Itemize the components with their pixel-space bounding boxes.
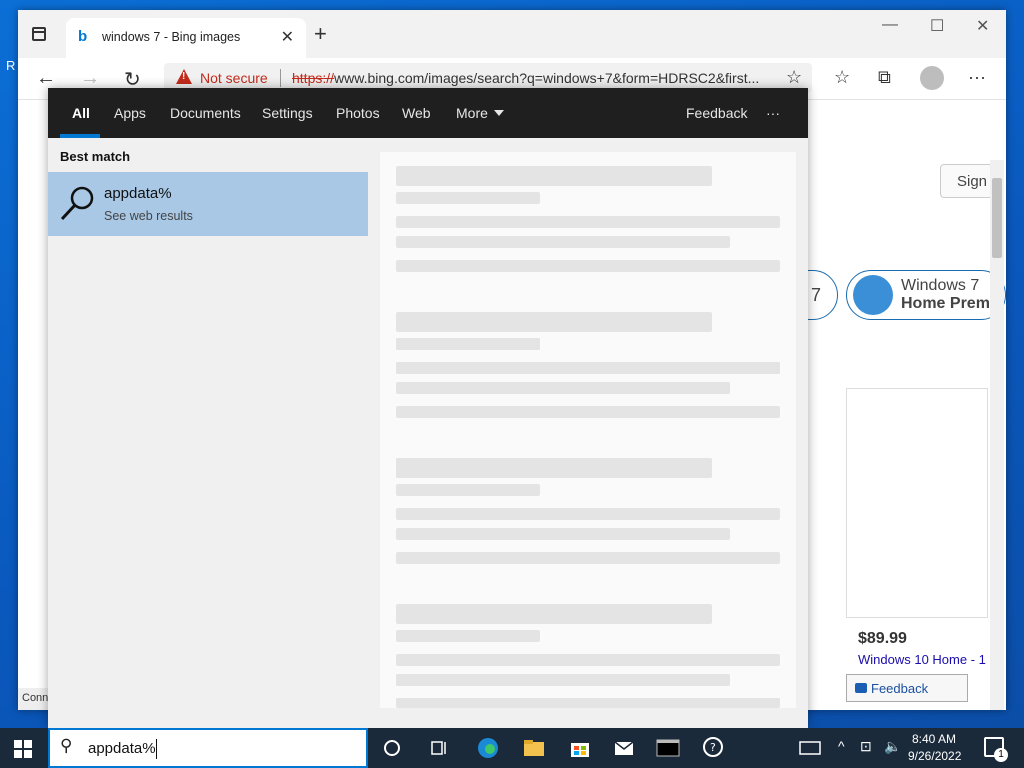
show-hidden-icons-icon[interactable]: ^ bbox=[838, 738, 845, 754]
skeleton-bar bbox=[396, 216, 780, 228]
page-scrollbar[interactable] bbox=[990, 160, 1004, 710]
search-scope-tabs: All Apps Documents Settings Photos Web M… bbox=[48, 88, 808, 138]
flyout-feedback-link[interactable]: Feedback bbox=[686, 105, 747, 121]
chip-thumbnail bbox=[853, 275, 893, 315]
collections-icon[interactable]: ⧉ bbox=[878, 67, 891, 88]
skeleton-bar bbox=[396, 508, 780, 520]
skeleton-bar bbox=[396, 674, 730, 686]
settings-more-icon[interactable]: ··· bbox=[968, 67, 986, 88]
tab-all[interactable]: All bbox=[72, 105, 90, 121]
best-match-result[interactable]: appdata% See web results bbox=[48, 172, 368, 236]
clock-date[interactable]: 9/26/2022 bbox=[908, 749, 961, 763]
skeleton-bar bbox=[396, 362, 780, 374]
text-cursor bbox=[156, 739, 157, 759]
tab-web[interactable]: Web bbox=[402, 105, 431, 121]
skeleton-bar bbox=[396, 260, 780, 272]
file-explorer-icon[interactable] bbox=[522, 736, 546, 760]
taskbar-search-input[interactable]: ⚲ appdata% bbox=[48, 728, 368, 768]
mail-icon[interactable] bbox=[612, 736, 636, 760]
cortana-icon[interactable] bbox=[380, 736, 404, 760]
url-divider bbox=[280, 69, 281, 87]
url-text: https://www.bing.com/images/search?q=win… bbox=[292, 70, 759, 86]
scroll-thumb[interactable] bbox=[992, 178, 1002, 258]
skeleton-bar bbox=[396, 552, 780, 564]
related-chip-windows7[interactable]: Windows 7 Home Premi bbox=[846, 270, 1006, 320]
search-flyout: All Apps Documents Settings Photos Web M… bbox=[48, 88, 808, 728]
skeleton-bar bbox=[396, 166, 712, 186]
skeleton-bar bbox=[396, 312, 712, 332]
tab-documents[interactable]: Documents bbox=[170, 105, 241, 121]
not-secure-label[interactable]: Not secure bbox=[200, 70, 268, 86]
chevron-down-icon bbox=[493, 110, 504, 116]
maximize-icon[interactable]: ☐ bbox=[930, 16, 944, 36]
get-help-icon[interactable]: ? bbox=[702, 736, 726, 760]
keyboard-icon[interactable] bbox=[798, 736, 822, 760]
chip-subtitle: Home Premi bbox=[901, 295, 995, 312]
skeleton-bar bbox=[396, 458, 712, 478]
url-scheme: https:// bbox=[292, 70, 335, 86]
skeleton-bar bbox=[396, 338, 540, 350]
more-options-icon[interactable]: ··· bbox=[766, 105, 780, 121]
tab-more[interactable]: More bbox=[456, 105, 504, 121]
url-path: www.bing.com/images/search?q=windows+7&f… bbox=[334, 70, 760, 86]
tab-actions-icon[interactable] bbox=[32, 27, 46, 41]
new-tab-icon[interactable]: + bbox=[314, 21, 327, 47]
related-chip-text: 7 bbox=[811, 285, 822, 305]
page-feedback-button[interactable]: Feedback bbox=[846, 674, 968, 702]
tab-close-icon[interactable]: ✕ bbox=[281, 27, 294, 47]
result-subtitle: See web results bbox=[104, 209, 193, 223]
skeleton-bar bbox=[396, 236, 730, 248]
skeleton-bar bbox=[396, 192, 540, 204]
bing-icon: b bbox=[78, 28, 88, 45]
profile-avatar[interactable] bbox=[920, 66, 944, 90]
result-title: appdata% bbox=[104, 185, 172, 202]
terminal-icon[interactable] bbox=[656, 736, 680, 760]
tab-title: windows 7 - Bing images bbox=[102, 30, 241, 44]
product-card-image[interactable] bbox=[846, 388, 988, 618]
best-match-heading: Best match bbox=[60, 149, 131, 164]
favorites-icon[interactable]: ☆ bbox=[834, 67, 850, 88]
preview-pane-loading bbox=[380, 152, 796, 708]
network-icon[interactable]: ⊡ bbox=[860, 738, 872, 755]
search-icon bbox=[60, 186, 94, 221]
browser-tab[interactable]: b windows 7 - Bing images ✕ bbox=[66, 18, 306, 58]
skeleton-bar bbox=[396, 528, 730, 540]
volume-muted-icon[interactable]: 🔈 bbox=[884, 738, 901, 755]
tab-apps[interactable]: Apps bbox=[114, 105, 146, 121]
notification-count-badge: 1 bbox=[994, 748, 1008, 762]
skeleton-bar bbox=[396, 382, 730, 394]
minimize-icon[interactable]: — bbox=[882, 16, 898, 34]
search-query: appdata% bbox=[88, 740, 156, 757]
windows-start-icon[interactable] bbox=[14, 740, 32, 758]
clock-time[interactable]: 8:40 AM bbox=[912, 732, 956, 746]
store-icon[interactable] bbox=[568, 736, 592, 760]
skeleton-bar bbox=[396, 406, 780, 418]
skeleton-bar bbox=[396, 484, 540, 496]
taskbar: ⚲ appdata% ? ^ ⊡ 🔈 8:40 AM 9/26/2022 1 bbox=[0, 728, 1024, 768]
tab-settings[interactable]: Settings bbox=[262, 105, 313, 121]
desktop-icon-fragment[interactable]: R bbox=[6, 58, 15, 73]
browser-titlebar: b windows 7 - Bing images ✕ + — ☐ ✕ bbox=[18, 10, 1006, 58]
chip-title: Windows 7 bbox=[901, 277, 980, 294]
back-icon[interactable]: ← bbox=[36, 67, 56, 90]
forward-icon[interactable]: → bbox=[80, 67, 100, 90]
close-window-icon[interactable]: ✕ bbox=[976, 16, 989, 36]
search-icon: ⚲ bbox=[60, 736, 73, 755]
edge-icon[interactable] bbox=[476, 736, 500, 760]
skeleton-bar bbox=[396, 604, 712, 624]
task-view-icon[interactable] bbox=[428, 736, 452, 760]
add-favorite-icon[interactable]: ☆ bbox=[786, 67, 802, 88]
product-price: $89.99 bbox=[858, 630, 907, 647]
skeleton-bar bbox=[396, 698, 780, 708]
product-title-link[interactable]: Windows 10 Home - 1 bbox=[858, 652, 986, 667]
warning-icon: ! bbox=[176, 69, 192, 84]
active-tab-indicator bbox=[60, 134, 100, 138]
skeleton-bar bbox=[396, 630, 540, 642]
tab-photos[interactable]: Photos bbox=[336, 105, 380, 121]
svg-text:?: ? bbox=[710, 741, 716, 754]
skeleton-bar bbox=[396, 654, 780, 666]
tab-more-label: More bbox=[456, 105, 488, 121]
